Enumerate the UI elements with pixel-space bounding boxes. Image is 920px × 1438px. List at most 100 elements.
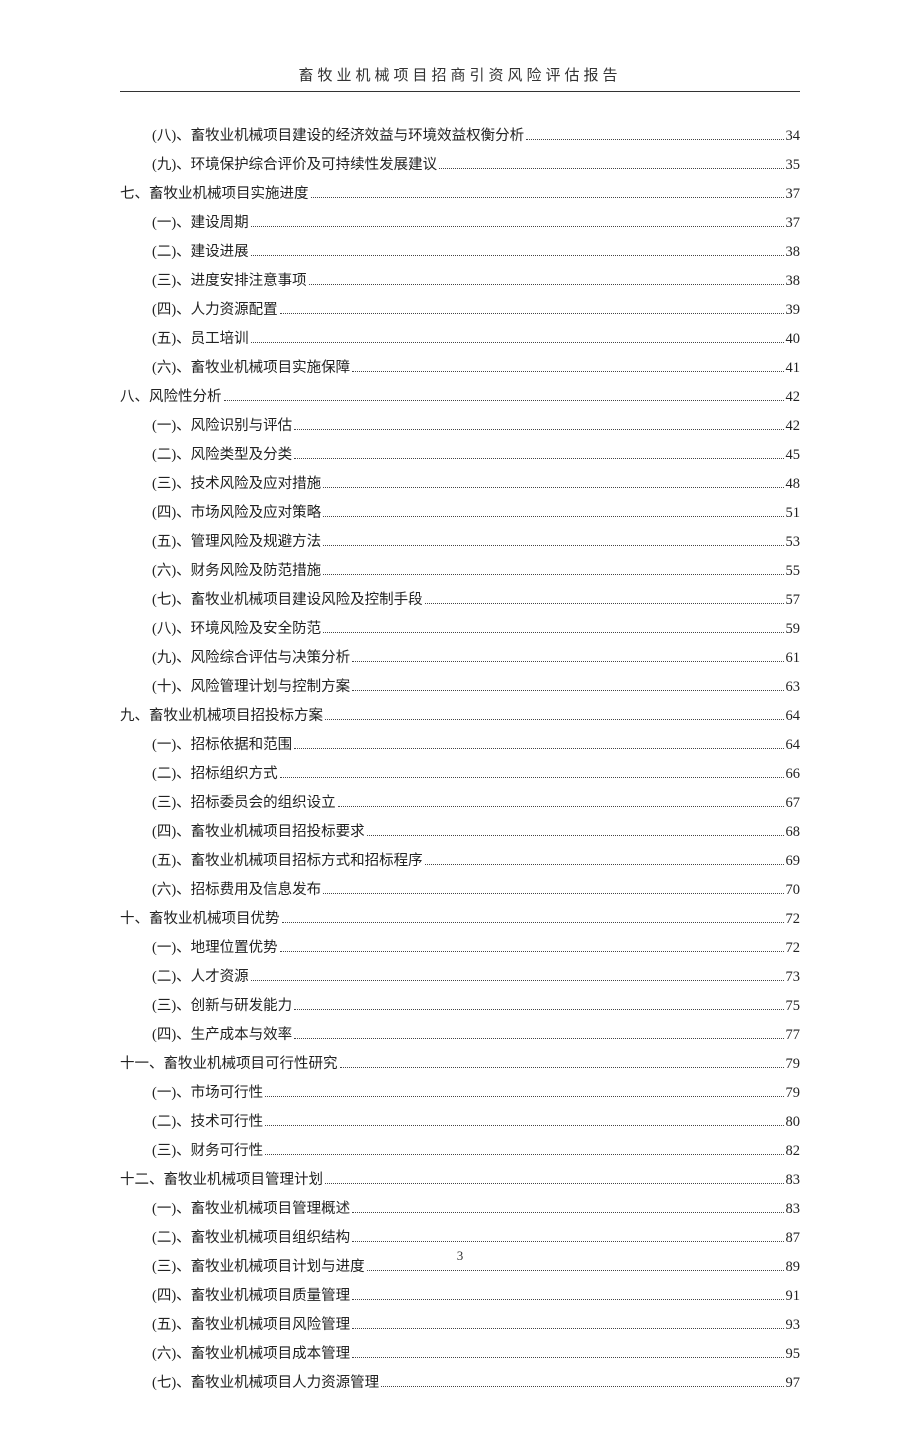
toc-entry-label: (十)、风险管理计划与控制方案 (152, 673, 350, 702)
toc-leader-dots (280, 951, 784, 952)
toc-leader-dots (309, 284, 784, 285)
toc-entry-page: 48 (786, 470, 801, 499)
toc-entry-page: 75 (786, 992, 801, 1021)
toc-leader-dots (352, 1299, 783, 1300)
toc-entry-label: 八、风险性分析 (120, 383, 222, 412)
toc-entry-label: (一)、畜牧业机械项目管理概述 (152, 1195, 350, 1224)
table-of-contents: (八)、畜牧业机械项目建设的经济效益与环境效益权衡分析34(九)、环境保护综合评… (120, 122, 800, 1398)
toc-leader-dots (381, 1386, 783, 1387)
toc-entry-page: 38 (786, 238, 801, 267)
toc-entry: (二)、人才资源73 (120, 963, 800, 992)
toc-entry: (五)、畜牧业机械项目招标方式和招标程序69 (120, 847, 800, 876)
toc-entry-label: (一)、市场可行性 (152, 1079, 263, 1108)
toc-entry: (四)、人力资源配置 39 (120, 296, 800, 325)
toc-leader-dots (352, 371, 783, 372)
toc-entry-page: 41 (786, 354, 801, 383)
toc-leader-dots (294, 429, 783, 430)
toc-entry-label: (六)、畜牧业机械项目成本管理 (152, 1340, 350, 1369)
toc-entry-page: 40 (786, 325, 801, 354)
toc-entry: (一)、建设周期 37 (120, 209, 800, 238)
toc-entry: (六)、招标费用及信息发布70 (120, 876, 800, 905)
document-page: 畜牧业机械项目招商引资风险评估报告 (八)、畜牧业机械项目建设的经济效益与环境效… (0, 0, 920, 1438)
toc-leader-dots (294, 748, 783, 749)
toc-entry-label: (三)、创新与研发能力 (152, 992, 292, 1021)
toc-leader-dots (352, 661, 783, 662)
toc-leader-dots (294, 458, 783, 459)
toc-entry-label: (三)、进度安排注意事项 (152, 267, 307, 296)
toc-leader-dots (282, 922, 784, 923)
toc-entry: (一)、畜牧业机械项目管理概述 83 (120, 1195, 800, 1224)
toc-entry-label: (七)、畜牧业机械项目建设风险及控制手段 (152, 586, 423, 615)
toc-entry: (一)、招标依据和范围64 (120, 731, 800, 760)
toc-entry-page: 45 (786, 441, 801, 470)
toc-entry-label: (一)、建设周期 (152, 209, 249, 238)
toc-leader-dots (280, 313, 784, 314)
toc-entry-page: 91 (786, 1282, 801, 1311)
toc-entry-label: (四)、市场风险及应对策略 (152, 499, 321, 528)
toc-entry-label: (三)、技术风险及应对措施 (152, 470, 321, 499)
toc-leader-dots (352, 1241, 783, 1242)
toc-entry-page: 42 (786, 383, 801, 412)
toc-entry-label: (九)、环境保护综合评价及可持续性发展建议 (152, 151, 437, 180)
toc-leader-dots (294, 1009, 783, 1010)
toc-entry-label: (四)、畜牧业机械项目质量管理 (152, 1282, 350, 1311)
toc-entry-page: 72 (786, 905, 801, 934)
toc-leader-dots (352, 1357, 783, 1358)
toc-leader-dots (323, 632, 783, 633)
toc-entry-label: (三)、财务可行性 (152, 1137, 263, 1166)
toc-entry-label: (四)、畜牧业机械项目招投标要求 (152, 818, 365, 847)
toc-leader-dots (325, 1183, 784, 1184)
toc-entry-label: (五)、管理风险及规避方法 (152, 528, 321, 557)
toc-entry: (一)、市场可行性79 (120, 1079, 800, 1108)
toc-leader-dots (265, 1125, 783, 1126)
toc-entry: (六)、畜牧业机械项目成本管理 95 (120, 1340, 800, 1369)
toc-entry-label: (三)、招标委员会的组织设立 (152, 789, 336, 818)
toc-entry-label: (六)、畜牧业机械项目实施保障 (152, 354, 350, 383)
toc-entry-page: 63 (786, 673, 801, 702)
toc-entry-page: 97 (786, 1369, 801, 1398)
toc-entry-label: (四)、人力资源配置 (152, 296, 278, 325)
toc-leader-dots (340, 1067, 784, 1068)
toc-entry-page: 64 (786, 702, 801, 731)
toc-leader-dots (251, 255, 784, 256)
toc-entry-label: (二)、建设进展 (152, 238, 249, 267)
toc-leader-dots (526, 139, 783, 140)
toc-entry-label: 十二、畜牧业机械项目管理计划 (120, 1166, 323, 1195)
toc-entry-label: 十、畜牧业机械项目优势 (120, 905, 280, 934)
toc-entry: (一)、地理位置优势72 (120, 934, 800, 963)
toc-entry: (八)、畜牧业机械项目建设的经济效益与环境效益权衡分析34 (120, 122, 800, 151)
toc-entry: (四)、市场风险及应对策略51 (120, 499, 800, 528)
toc-entry: 七、畜牧业机械项目实施进度 37 (120, 180, 800, 209)
toc-entry-page: 39 (786, 296, 801, 325)
toc-entry-label: (八)、环境风险及安全防范 (152, 615, 321, 644)
toc-leader-dots (265, 1154, 783, 1155)
toc-entry-page: 95 (786, 1340, 801, 1369)
toc-entry-label: (四)、生产成本与效率 (152, 1021, 292, 1050)
toc-leader-dots (251, 342, 784, 343)
toc-entry-label: (二)、人才资源 (152, 963, 249, 992)
toc-entry: 九、畜牧业机械项目招投标方案64 (120, 702, 800, 731)
toc-entry-page: 72 (786, 934, 801, 963)
toc-entry-page: 37 (786, 209, 801, 238)
toc-entry-page: 37 (786, 180, 801, 209)
toc-entry-page: 83 (786, 1195, 801, 1224)
toc-entry-page: 68 (786, 818, 801, 847)
toc-entry-page: 38 (786, 267, 801, 296)
toc-leader-dots (224, 400, 784, 401)
toc-entry-label: (二)、招标组织方式 (152, 760, 278, 789)
toc-leader-dots (325, 719, 784, 720)
toc-entry-page: 83 (786, 1166, 801, 1195)
toc-entry-label: 十一、畜牧业机械项目可行性研究 (120, 1050, 338, 1079)
toc-leader-dots (323, 516, 783, 517)
toc-leader-dots (280, 777, 784, 778)
toc-entry: (八)、环境风险及安全防范59 (120, 615, 800, 644)
toc-leader-dots (367, 1270, 784, 1271)
toc-entry: (四)、畜牧业机械项目招投标要求 68 (120, 818, 800, 847)
page-header: 畜牧业机械项目招商引资风险评估报告 (120, 64, 800, 85)
toc-entry-label: 七、畜牧业机械项目实施进度 (120, 180, 309, 209)
header-divider (120, 91, 800, 92)
toc-leader-dots (311, 197, 784, 198)
toc-entry: (六)、财务风险及防范措施55 (120, 557, 800, 586)
toc-entry: (二)、技术可行性80 (120, 1108, 800, 1137)
toc-entry-page: 79 (786, 1050, 801, 1079)
